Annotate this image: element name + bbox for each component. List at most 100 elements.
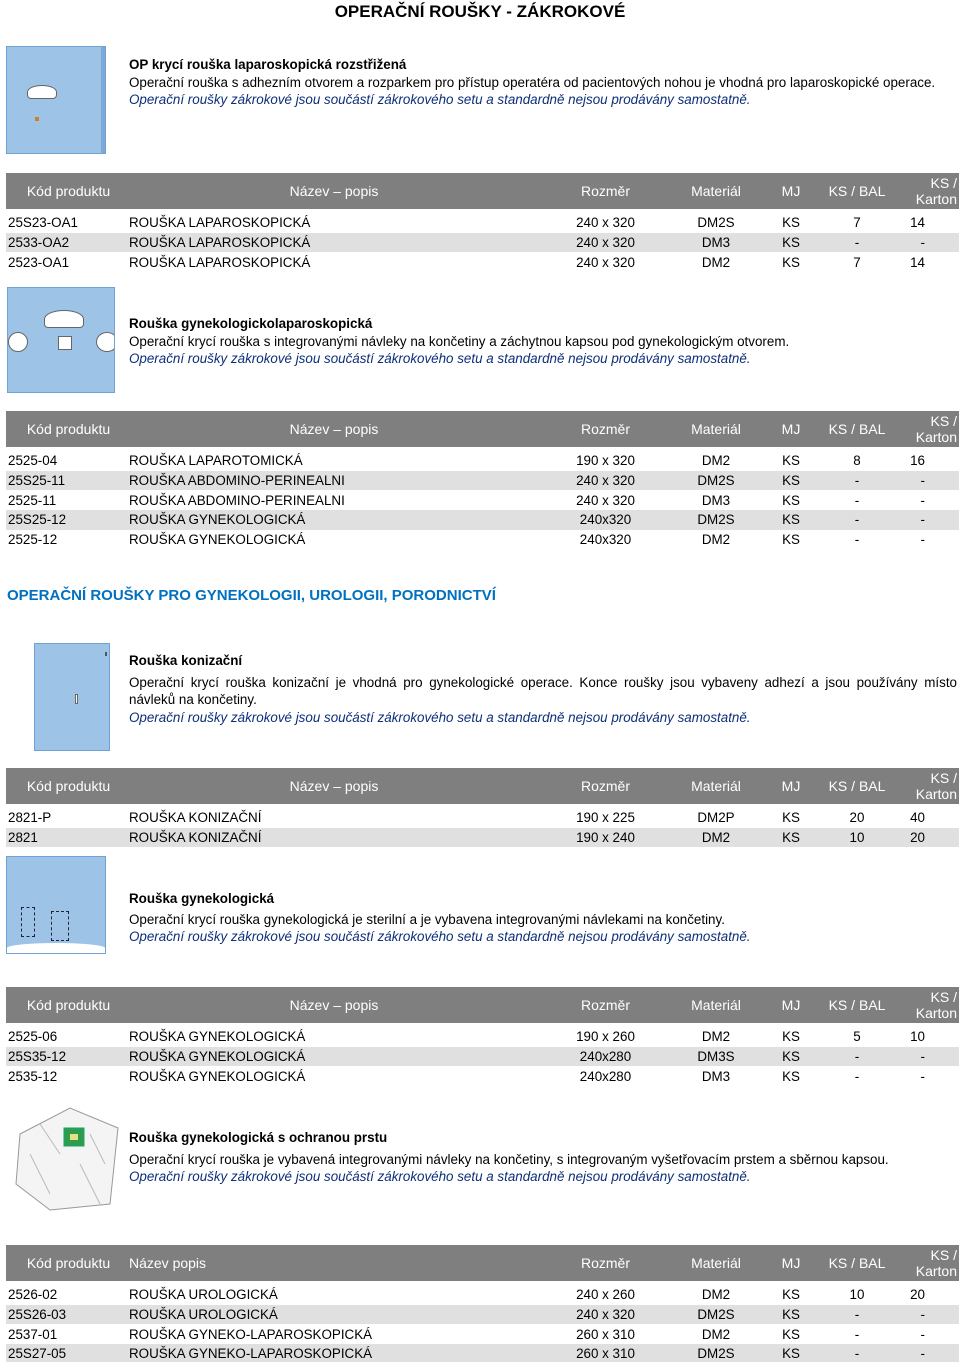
table-cell: 14 xyxy=(910,254,925,270)
col-header-name: Název – popis xyxy=(129,173,539,209)
column-header: Materiál xyxy=(672,987,760,1023)
product-note: Operační roušky zákrokové jsou součástí … xyxy=(129,1169,751,1184)
column-header: Název – popis xyxy=(129,987,539,1023)
column-header: KS / BAL xyxy=(822,411,892,447)
table-cell: - xyxy=(822,1344,892,1362)
table-cell: KS xyxy=(760,232,822,253)
product-note: Operační roušky zákrokové jsou součástí … xyxy=(129,351,751,366)
product-info-4: Rouška gynekologická Operační krycí rouš… xyxy=(129,890,957,946)
product-note: Operační roušky zákrokové jsou součástí … xyxy=(129,929,751,944)
table-cell: ROUŠKA ABDOMINO-PERINEALNI xyxy=(129,492,345,508)
product-info-1: OP krycí rouška laparoskopická rozstřiže… xyxy=(129,56,957,109)
drape-image-laparoscopic xyxy=(6,46,106,154)
column-header: KS / Karton xyxy=(892,411,959,447)
column-header: MJ xyxy=(760,1245,822,1281)
table-cell: - xyxy=(920,1068,925,1084)
table-cell: DM2 xyxy=(701,1287,731,1303)
table-cell: - xyxy=(854,1326,860,1342)
table-row: 25S25-12 ROUŠKA GYNEKOLOGICKÁ 240x320 DM2S K… xyxy=(6,510,959,530)
table-cell: DM2 xyxy=(701,532,731,548)
table-row: 25S25-11 ROUŠKA ABDOMINO-PERINEALNI 240 x … xyxy=(6,470,959,491)
table-cell: DM3S xyxy=(672,1046,760,1067)
table-cell: DM3 xyxy=(672,232,760,253)
column-header: Název popis xyxy=(129,1245,539,1281)
table-row: 2525-12 ROUŠKA GYNEKOLOGICKÁ 240x320 DM2 KS -… xyxy=(6,530,959,550)
table-cell: 190 x 240 xyxy=(539,827,672,848)
table-cell: KS xyxy=(760,470,822,491)
table-cell: 25S25-12 xyxy=(6,510,129,530)
table-cell: KS xyxy=(760,1046,822,1067)
table-cell: - xyxy=(854,1068,860,1084)
table-cell: 190 x 320 xyxy=(576,453,635,469)
table-row: 25S27-05 ROUŠKA GYNEKO-LAPAROSKOPICKÁ 260 … xyxy=(6,1344,959,1362)
table-cell: 2523-OA1 xyxy=(8,254,70,270)
table-cell: 240x280 xyxy=(539,1046,672,1067)
table-cell: ROUŠKA ABDOMINO-PERINEALNI xyxy=(129,470,539,491)
table-cell: ROUŠKA GYNEKOLOGICKÁ xyxy=(129,1068,306,1084)
column-header: Materiál xyxy=(672,1245,760,1281)
table-cell: - xyxy=(920,492,925,508)
table-cell: ROUŠKA GYNEKOLOGICKÁ xyxy=(129,1029,306,1045)
table-row: 2533-OA2 ROUŠKA LAPAROSKOPICKÁ 240 x 320 DM… xyxy=(6,232,959,253)
table-cell: DM3 xyxy=(701,1068,731,1084)
table-cell: - xyxy=(822,510,892,530)
product-name: Rouška konizační xyxy=(129,653,243,668)
table-cell: ROUŠKA GYNEKOLOGICKÁ xyxy=(129,532,306,548)
table-cell: KS xyxy=(760,827,822,848)
table-cell: ROUŠKA GYNEKO-LAPAROSKOPICKÁ xyxy=(129,1326,373,1342)
table-cell: DM2S xyxy=(672,1344,760,1362)
product-info-5: Rouška gynekologická s ochranou prstu Op… xyxy=(129,1129,957,1186)
column-header: KS / BAL xyxy=(822,768,892,804)
table-cell: 260 x 310 xyxy=(539,1344,672,1362)
table-cell: - xyxy=(892,1046,959,1067)
table-cell: 2525-04 xyxy=(8,453,58,469)
table-cell: 240x320 xyxy=(579,532,632,548)
table-cell: DM2 xyxy=(701,1029,731,1045)
table-cell: - xyxy=(920,1326,925,1342)
col-header-unit: MJ xyxy=(760,173,822,209)
table-cell: 8 xyxy=(853,453,861,469)
drape-image-conization xyxy=(34,643,110,751)
table-cell: 20 xyxy=(910,1287,925,1303)
column-header: Rozměr xyxy=(539,987,672,1023)
table-cell: DM2P xyxy=(697,810,735,826)
table-cell: 240 x 320 xyxy=(539,232,672,253)
table-cell: - xyxy=(892,1344,959,1362)
table-cell: ROUŠKA LAPAROSKOPICKÁ xyxy=(129,254,311,270)
column-header: KS / BAL xyxy=(822,987,892,1023)
table-cell: - xyxy=(892,1304,959,1325)
table-cell: KS xyxy=(782,1326,800,1342)
table-cell: DM2S xyxy=(672,510,760,530)
table-cell: DM2 xyxy=(701,1326,731,1342)
column-header: Rozměr xyxy=(539,768,672,804)
table-cell: 240x280 xyxy=(579,1068,632,1084)
product-table-4: Kód produktu Název – popis Rozměr Materiál M… xyxy=(6,987,959,1086)
table-cell: KS xyxy=(760,1304,822,1325)
table-cell: 25S35-12 xyxy=(6,1046,129,1067)
table-cell: 10 xyxy=(849,1287,865,1303)
table-cell: ROUŠKA LAPAROSKOPICKÁ xyxy=(129,232,539,253)
table-cell: ROUŠKA UROLOGICKÁ xyxy=(129,1287,278,1303)
table-cell: - xyxy=(854,532,860,548)
col-header-size: Rozměr xyxy=(539,173,672,209)
product-name: Rouška gynekologická s ochranou prstu xyxy=(129,1130,388,1145)
table-cell: ROUŠKA GYNEKO-LAPAROSKOPICKÁ xyxy=(129,1344,539,1362)
column-header: KS / Karton xyxy=(892,987,959,1023)
table-cell: 2525-11 xyxy=(8,492,57,508)
table-cell: 5 xyxy=(853,1029,861,1045)
product-name: Rouška gynekologickolaparoskopická xyxy=(129,316,373,331)
table-cell: KS xyxy=(782,810,800,826)
table-cell: - xyxy=(822,470,892,491)
table-cell: 14 xyxy=(910,215,925,231)
table-cell: KS xyxy=(782,1068,800,1084)
table-cell: KS xyxy=(782,215,800,231)
col-header-material: Materiál xyxy=(672,173,760,209)
table-cell: 10 xyxy=(822,827,892,848)
table-cell: - xyxy=(822,1046,892,1067)
table-cell: KS xyxy=(782,1029,800,1045)
table-cell: 240 x 320 xyxy=(576,254,635,270)
column-header: KS / Karton xyxy=(892,1245,959,1281)
product-description: Operační krycí rouška gynekologická je s… xyxy=(129,911,725,927)
table-row: 2525-11 ROUŠKA ABDOMINO-PERINEALNI 240 x 3… xyxy=(6,490,959,510)
table-row: 2525-04 ROUŠKA LAPAROTOMICKÁ 190 x 320 DM2 K… xyxy=(6,451,959,471)
